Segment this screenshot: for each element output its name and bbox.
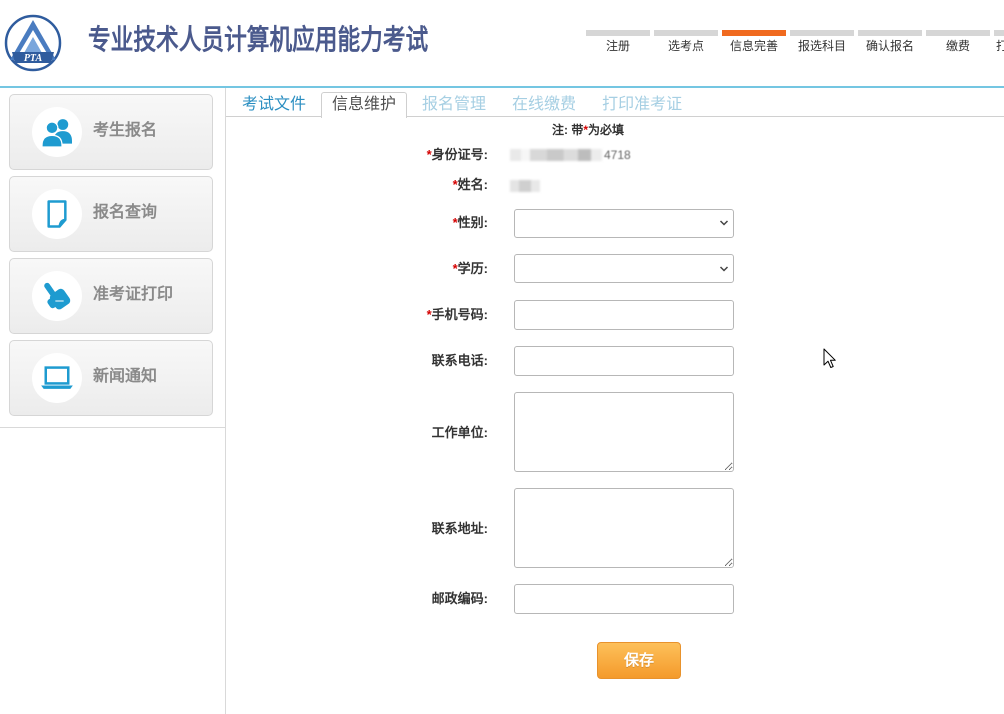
step-select-site: 选考点 [654,30,718,56]
field-label: 联系电话: [431,353,488,368]
gender-label: *性别: [370,215,488,231]
sidebar-item-query[interactable]: 报名查询 [9,176,213,252]
site-header: PTA 专业技术人员计算机应用能力考试 注册 选考点 信息完善 报选科目 确认报… [0,0,1004,86]
name-value-redaction [510,180,540,192]
step-bar [926,30,990,36]
field-label: 联系地址: [431,521,488,536]
pointing-hand-icon [44,282,71,310]
step-label: 打 [996,39,1004,53]
id-number-redaction [510,149,602,161]
address-label: 联系地址: [370,521,488,537]
field-label: 工作单位: [431,425,488,440]
address-textarea[interactable] [514,488,734,568]
education-select[interactable] [514,254,734,283]
step-bar [790,30,854,36]
step-payment: 缴费 [926,30,990,56]
save-button[interactable]: 保存 [597,642,681,679]
pta-logo: PTA [4,14,62,72]
sidebar-item-news[interactable]: 新闻通知 [9,340,213,416]
mobile-input[interactable] [514,300,734,330]
field-label: 手机号码: [431,307,488,322]
tab-online-payment[interactable]: 在线缴费 [501,92,587,117]
mobile-label: *手机号码: [370,307,488,323]
step-bar [994,30,1004,36]
id-number-value: 4718 [510,148,631,162]
step-label: 缴费 [945,39,970,53]
postal-code-input[interactable] [514,584,734,614]
step-complete-info: 信息完善 [722,30,786,56]
tab-exam-documents[interactable]: 考试文件 [231,92,317,117]
progress-steps: 注册 选考点 信息完善 报选科目 确认报名 缴费 打 [586,30,1004,56]
id-number-label: *身份证号: [370,147,488,163]
step-select-subject: 报选科目 [790,30,854,56]
document-icon [47,200,67,228]
step-label: 确认报名 [865,39,914,53]
note-prefix: 注: 带 [551,123,584,137]
step-bar [654,30,718,36]
gender-select[interactable] [514,209,734,238]
mouse-cursor-icon [823,348,836,368]
step-bar [586,30,650,36]
step-confirm: 确认报名 [858,30,922,56]
sidebar-item-label: 新闻通知 [93,368,158,385]
icon-circle [32,189,82,239]
required-note: 注: 带*为必填 [488,122,688,138]
icon-circle [32,353,82,403]
icon-circle [32,107,82,157]
field-label: 身份证号: [431,147,488,162]
sidebar-item-label: 报名查询 [93,204,158,221]
phone-label: 联系电话: [370,353,488,369]
step-label: 报选科目 [797,39,846,53]
id-number-visible-tail: 4718 [604,148,631,162]
phone-input[interactable] [514,346,734,376]
users-icon [41,119,72,148]
field-label: 邮政编码: [431,591,488,606]
field-label: 学历: [457,261,488,276]
step-bar [858,30,922,36]
tab-registration-management[interactable]: 报名管理 [411,92,497,117]
step-label: 信息完善 [729,39,778,53]
step-bar [722,30,786,36]
laptop-icon [41,366,73,389]
sidebar-item-label: 准考证打印 [93,286,174,303]
tab-bar: 考试文件 信息维护 报名管理 在线缴费 打印准考证 [231,92,697,118]
sidebar: 考生报名 报名查询 准考证打印 新闻通知 [0,88,225,428]
step-register: 注册 [586,30,650,56]
tab-info-maintenance[interactable]: 信息维护 [321,92,408,118]
step-label: 选考点 [667,39,704,53]
tab-print-admission-ticket[interactable]: 打印准考证 [591,92,693,117]
note-suffix: 为必填 [588,123,625,137]
name-label: *姓名: [370,177,488,193]
sidebar-item-register[interactable]: 考生报名 [9,94,213,170]
step-print: 打 [994,30,1004,56]
sidebar-item-label: 考生报名 [93,122,158,139]
education-label: *学历: [370,261,488,277]
sidebar-item-print-ticket[interactable]: 准考证打印 [9,258,213,334]
logo-text: PTA [24,53,43,64]
icon-circle [32,271,82,321]
step-label: 注册 [605,39,630,53]
field-label: 性别: [457,215,488,230]
work-unit-label: 工作单位: [370,425,488,441]
postal-code-label: 邮政编码: [370,591,488,607]
work-unit-textarea[interactable] [514,392,734,472]
field-label: 姓名: [457,177,488,192]
site-title: 专业技术人员计算机应用能力考试 [88,24,429,55]
